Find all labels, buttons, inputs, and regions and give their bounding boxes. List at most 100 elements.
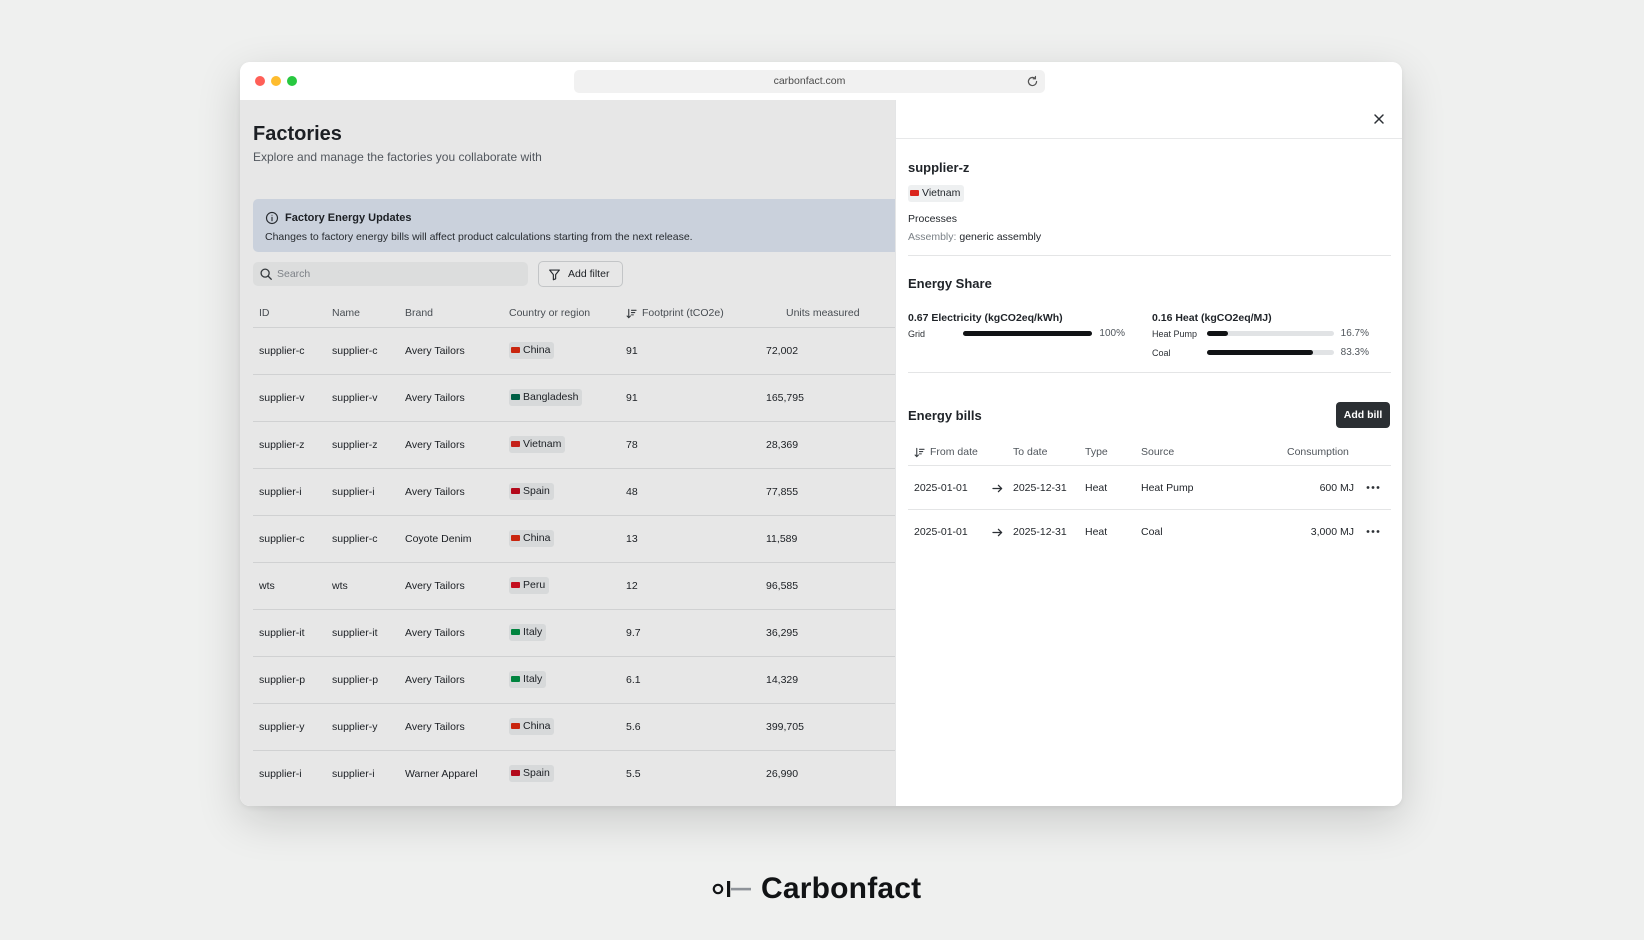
process-key: Assembly: [908, 231, 957, 243]
more-icon[interactable] [1366, 485, 1380, 490]
processes-label: Processes [908, 213, 958, 225]
bill-row[interactable]: 2025-01-01 2025-12-31 Heat Heat Pump 600 MJ [908, 465, 1391, 509]
sort-icon[interactable] [914, 447, 925, 458]
table-row[interactable]: supplier-c supplier-c Avery Tailors China 91… [253, 327, 895, 374]
address-bar[interactable]: carbonfact.com [574, 70, 1045, 93]
panel-header-divider [896, 138, 1402, 139]
column-header-brand[interactable]: Brand [405, 307, 433, 319]
table-row[interactable]: supplier-p supplier-p Avery Tailors Italy 6.… [253, 656, 895, 703]
app-content: Factories Explore and manage the factori… [240, 100, 1402, 806]
cell-id: supplier-c [259, 533, 305, 545]
table-row[interactable]: supplier-i supplier-i Warner Apparel Spain 5… [253, 750, 895, 797]
table-row[interactable]: supplier-z supplier-z Avery Tailors Vietnam… [253, 421, 895, 468]
share-bar-fill [963, 331, 1092, 336]
filter-icon [549, 269, 560, 281]
bills-header-to[interactable]: To date [1013, 446, 1047, 458]
column-header-id[interactable]: ID [259, 307, 270, 319]
country-chip: Bangladesh [509, 389, 583, 406]
electricity-heading: 0.67 Electricity (kgCO2eq/kWh) [908, 312, 1063, 324]
add-bill-button[interactable]: Add bill [1336, 402, 1390, 428]
process-line: Assembly: generic assembly [908, 231, 1041, 243]
cell-name: supplier-p [332, 674, 379, 686]
energy-share-title: Energy Share [908, 276, 992, 291]
cell-name: supplier-y [332, 721, 378, 733]
maximize-window-button[interactable] [287, 76, 297, 86]
cell-name: supplier-i [332, 486, 375, 498]
heat-heading: 0.16 Heat (kgCO2eq/MJ) [1152, 312, 1272, 324]
bd-flag-icon [511, 394, 520, 400]
search-input[interactable] [277, 262, 522, 286]
search-box[interactable] [253, 262, 528, 286]
vn-flag-icon [511, 441, 520, 447]
share-bar-fill [1207, 350, 1313, 355]
pe-flag-icon [511, 582, 520, 588]
section-divider [908, 255, 1391, 256]
table-row[interactable]: wts wts Avery Tailors Peru 12 96,585 [253, 562, 895, 609]
browser-titlebar: carbonfact.com [240, 62, 1402, 100]
add-filter-button[interactable]: Add filter [538, 261, 623, 287]
cell-footprint: 5.5 [626, 768, 641, 780]
cell-footprint: 91 [626, 345, 638, 357]
bills-header-type[interactable]: Type [1085, 446, 1108, 458]
supplier-name: supplier-z [908, 160, 970, 175]
cell-id: wts [259, 580, 275, 592]
cell-brand: Warner Apparel [405, 768, 478, 780]
reload-icon[interactable] [1026, 75, 1039, 88]
column-header-units[interactable]: Units measured [786, 307, 860, 319]
cell-units: 28,369 [766, 439, 799, 451]
share-percent: 83.3% [1340, 347, 1369, 358]
bills-header-from[interactable]: From date [930, 446, 978, 458]
cell-name: supplier-z [332, 439, 378, 451]
column-header-country[interactable]: Country or region [509, 307, 590, 319]
cell-footprint: 6.1 [626, 674, 641, 686]
share-label: Coal [1152, 348, 1171, 358]
table-row[interactable]: supplier-it supplier-it Avery Tailors Italy… [253, 609, 895, 656]
bill-from-date: 2025-01-01 [914, 482, 968, 494]
sort-icon[interactable] [626, 308, 637, 319]
cell-country: Italy [523, 673, 543, 685]
cn-flag-icon [511, 535, 520, 541]
page-title: Factories [253, 123, 342, 145]
cell-brand: Avery Tailors [405, 345, 465, 357]
vietnam-flag-icon [910, 190, 919, 196]
cell-units: 26,990 [766, 768, 799, 780]
country-label: Vietnam [922, 187, 961, 199]
cell-country: Spain [523, 485, 550, 497]
cell-country: Italy [523, 626, 543, 638]
cell-country: Vietnam [523, 438, 562, 450]
cell-id: supplier-z [259, 439, 305, 451]
url-text: carbonfact.com [773, 75, 846, 87]
factories-page: Factories Explore and manage the factori… [240, 100, 895, 806]
cn-flag-icon [511, 347, 520, 353]
table-row[interactable]: supplier-y supplier-y Avery Tailors China 5.… [253, 703, 895, 750]
bill-row[interactable]: 2025-01-01 2025-12-31 Heat Coal 3,000 MJ [908, 509, 1391, 553]
column-header-footprint[interactable]: Footprint (tCO2e) [642, 307, 724, 319]
bill-type: Heat [1085, 526, 1108, 538]
country-chip: Spain [509, 483, 554, 500]
country-chip: China [509, 342, 555, 359]
cell-units: 11,589 [766, 533, 798, 545]
cell-country: China [523, 344, 551, 356]
bills-header-source[interactable]: Source [1141, 446, 1174, 458]
bills-header-consumption[interactable]: Consumption [1287, 446, 1349, 458]
table-row[interactable]: supplier-v supplier-v Avery Tailors Banglad… [253, 374, 895, 421]
close-window-button[interactable] [255, 76, 265, 86]
close-icon[interactable] [1372, 112, 1386, 126]
page-subtitle: Explore and manage the factories you col… [253, 150, 542, 164]
minimize-window-button[interactable] [271, 76, 281, 86]
more-icon[interactable] [1366, 529, 1380, 534]
bill-to-date: 2025-12-31 [1013, 482, 1067, 494]
cell-id: supplier-c [259, 345, 305, 357]
cell-country: Peru [523, 579, 546, 591]
table-row[interactable]: supplier-i supplier-i Avery Tailors Spain 48… [253, 468, 895, 515]
arrow-right-icon [992, 484, 1003, 493]
country-chip: Spain [509, 765, 554, 782]
cell-name: wts [332, 580, 348, 592]
share-label: Heat Pump [1152, 329, 1198, 339]
table-row[interactable]: supplier-c supplier-c Coyote Denim China 13 1… [253, 515, 895, 562]
process-value: generic assembly [959, 231, 1042, 243]
cell-brand: Avery Tailors [405, 486, 465, 498]
column-header-name[interactable]: Name [332, 307, 360, 319]
bill-source: Heat Pump [1141, 482, 1194, 494]
cell-footprint: 13 [626, 533, 638, 545]
